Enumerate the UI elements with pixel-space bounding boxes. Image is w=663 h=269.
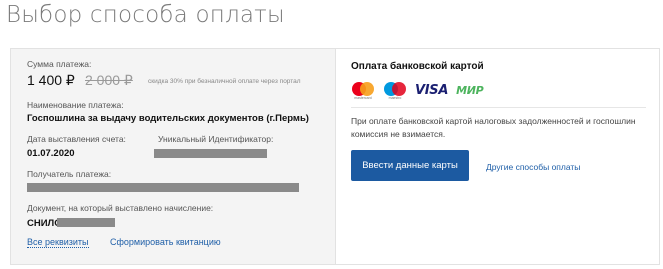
card-logos: mastercard maestro VISA МИР (351, 82, 484, 100)
document-label: Документ, на который выставлено начислен… (27, 203, 214, 213)
all-details-link[interactable]: Все реквизиты (27, 237, 89, 248)
maestro-icon: maestro (383, 82, 407, 100)
invoice-date-value: 01.07.2020 (27, 148, 75, 159)
enter-card-data-button[interactable]: Ввести данные карты (351, 150, 469, 181)
other-payment-methods-link[interactable]: Другие способы оплаты (486, 162, 580, 172)
uid-redacted (154, 149, 267, 158)
page-title: Выбор способа оплаты (6, 2, 285, 28)
payment-name-value: Госпошлина за выдачу водительских докуме… (27, 113, 309, 124)
mastercard-icon: mastercard (351, 82, 375, 100)
card-payment-section: Оплата банковской картой mastercard maes… (337, 49, 660, 264)
old-amount-value: 2 000 ₽ (85, 72, 133, 88)
recipient-label: Получатель платежа: (27, 169, 112, 179)
divider (351, 107, 646, 108)
card-payment-title: Оплата банковской картой (351, 61, 484, 72)
recipient-redacted (27, 183, 299, 192)
payment-details: Сумма платежа: 1 400 ₽ 2 000 ₽ скидка 30… (11, 49, 336, 264)
amount-label: Сумма платежа: (27, 59, 92, 69)
commission-note: При оплате банковской картой налоговых з… (351, 116, 636, 139)
document-redacted (57, 218, 115, 227)
payment-panel: Сумма платежа: 1 400 ₽ 2 000 ₽ скидка 30… (10, 48, 660, 265)
discount-note: скидка 30% при безналичной оплате через … (148, 78, 301, 85)
payment-name-label: Наименование платежа: (27, 100, 124, 110)
uid-label: Уникальный Идентификатор: (158, 134, 274, 144)
visa-icon: VISA (415, 82, 449, 98)
document-value: СНИЛС (27, 218, 62, 229)
mir-icon: МИР (456, 83, 484, 97)
invoice-date-label: Дата выставления счета: (27, 134, 126, 144)
generate-receipt-link[interactable]: Сформировать квитанцию (110, 237, 221, 247)
amount-value: 1 400 ₽ (27, 72, 75, 88)
